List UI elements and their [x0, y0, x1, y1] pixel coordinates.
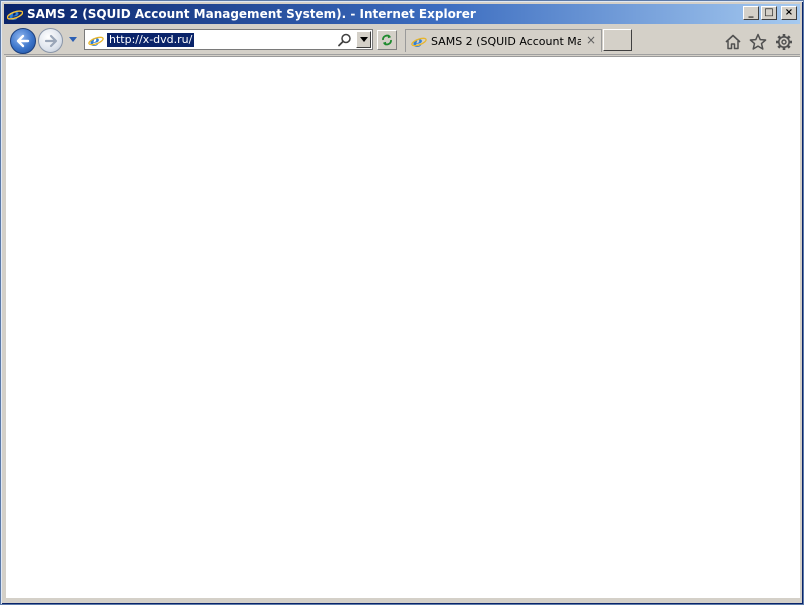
close-button[interactable]: ×: [781, 6, 797, 20]
back-button[interactable]: [10, 28, 36, 54]
gear-icon[interactable]: [775, 33, 793, 51]
close-icon: ×: [784, 7, 794, 18]
page-content[interactable]: [6, 56, 800, 600]
tab-active[interactable]: e SAMS 2 (SQUID Account Ma... ×: [405, 29, 602, 52]
browser-window: e SAMS 2 (SQUID Account Management Syste…: [0, 0, 804, 605]
back-arrow-icon: [16, 34, 30, 48]
navigation-bar: e http://x-dvd.ru/ e SAMS 2 (SQUID Accou…: [4, 25, 800, 55]
forward-arrow-icon: [44, 34, 57, 47]
ie-icon: e: [88, 32, 104, 48]
minimize-button[interactable]: _: [743, 6, 759, 20]
refresh-icon: [382, 34, 392, 46]
tab-title: SAMS 2 (SQUID Account Ma...: [431, 34, 581, 48]
window-controls: _ □ ×: [743, 6, 797, 20]
address-bar[interactable]: e http://x-dvd.ru/: [84, 29, 373, 50]
ie-icon: e: [411, 33, 427, 49]
star-icon[interactable]: [749, 33, 767, 51]
ie-icon: e: [6, 5, 24, 23]
new-tab-button[interactable]: [603, 29, 632, 51]
address-url[interactable]: http://x-dvd.ru/: [107, 33, 195, 47]
refresh-button[interactable]: [377, 30, 397, 50]
chevron-down-icon: [359, 37, 368, 42]
forward-button[interactable]: [38, 28, 63, 53]
maximize-button[interactable]: □: [761, 6, 777, 20]
address-dropdown-button[interactable]: [356, 31, 371, 48]
title-bar[interactable]: e SAMS 2 (SQUID Account Management Syste…: [4, 4, 800, 24]
window-bottom-border: [4, 598, 800, 601]
recent-pages-button[interactable]: [67, 35, 79, 45]
window-title: SAMS 2 (SQUID Account Management System)…: [27, 7, 476, 21]
tab-close-icon[interactable]: ×: [585, 34, 597, 46]
maximize-icon: □: [764, 7, 774, 18]
chevron-down-icon: [69, 37, 77, 42]
home-icon[interactable]: [724, 33, 742, 51]
search-icon[interactable]: [337, 32, 353, 48]
minimize-icon: _: [748, 7, 754, 18]
